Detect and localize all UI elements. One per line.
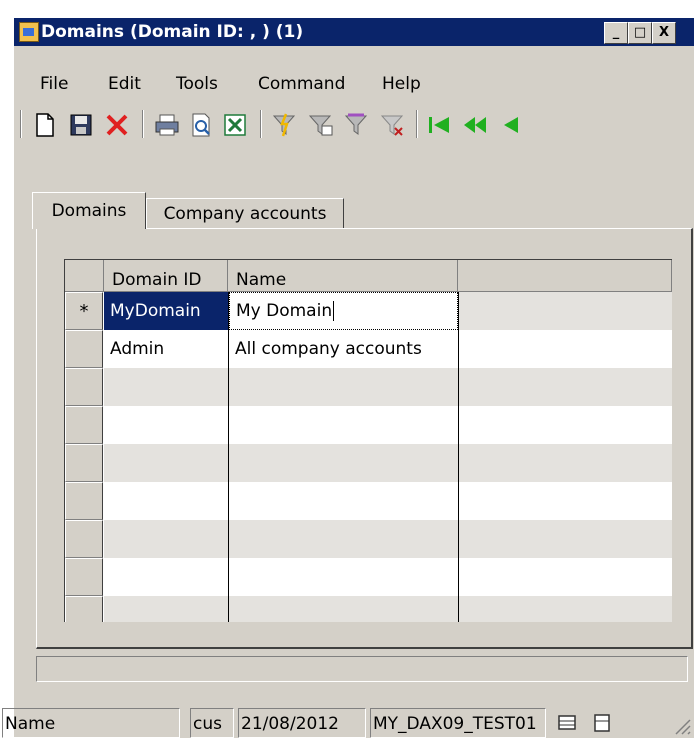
print-icon[interactable] (154, 112, 180, 138)
row-selector[interactable] (65, 596, 103, 622)
advanced-filter-icon[interactable] (344, 112, 370, 138)
menu-command[interactable]: Command (258, 74, 345, 94)
table-row[interactable] (104, 596, 672, 622)
status-company[interactable]: cus (190, 708, 234, 738)
table-row[interactable] (104, 520, 672, 558)
cell-domain-id[interactable]: MyDomain (104, 292, 228, 330)
name-input[interactable]: My Domain (229, 292, 458, 330)
column-divider (228, 292, 229, 622)
column-header-name[interactable]: Name (228, 260, 458, 292)
row-selector[interactable] (65, 520, 103, 558)
delete-icon[interactable] (104, 112, 130, 138)
app-icon (19, 22, 39, 42)
cell-name-text: My Domain (236, 301, 333, 321)
resize-grip-icon[interactable] (670, 714, 692, 736)
row-selector[interactable] (65, 482, 103, 520)
save-icon[interactable] (68, 112, 94, 138)
cell-domain-id[interactable]: Admin (104, 330, 228, 368)
row-selector[interactable] (65, 368, 103, 406)
domains-grid: Domain ID Name * MyDomain My Domain Admi… (64, 259, 672, 622)
cell-name[interactable]: All company accounts (229, 330, 458, 368)
database-icon[interactable] (556, 712, 580, 734)
row-selector[interactable] (65, 406, 103, 444)
table-row[interactable] (104, 368, 672, 406)
table-row[interactable] (104, 444, 672, 482)
new-icon[interactable] (32, 112, 58, 138)
text-caret (333, 301, 335, 321)
menu-file[interactable]: File (40, 74, 68, 94)
toolbar-separator (142, 110, 144, 138)
info-bar (36, 656, 688, 682)
maximize-button[interactable]: □ (628, 22, 652, 44)
menu-edit[interactable]: Edit (108, 74, 141, 94)
toolbar-separator (260, 110, 262, 138)
column-header-empty (458, 260, 672, 292)
window-title: Domains (Domain ID: , ) (1) (41, 22, 304, 42)
remove-filter-icon[interactable] (380, 112, 406, 138)
row-selector[interactable] (65, 558, 103, 596)
main-window: Domains (Domain ID: , ) (1) _ □ X File E… (2, 18, 694, 738)
table-row[interactable] (104, 406, 672, 444)
status-server[interactable]: MY_DAX09_TEST01 (370, 708, 546, 738)
tab-company-accounts[interactable]: Company accounts (146, 198, 344, 229)
title-bar[interactable]: Domains (Domain ID: , ) (1) _ □ X (14, 18, 694, 46)
menu-tools[interactable]: Tools (176, 74, 218, 94)
toolbar-separator (416, 110, 418, 138)
toolbar-separator (20, 110, 22, 138)
minimize-button[interactable]: _ (604, 22, 628, 44)
previous-record-icon[interactable] (496, 112, 522, 138)
filter-by-grid-icon[interactable] (308, 112, 334, 138)
first-record-icon[interactable] (426, 112, 452, 138)
row-selector[interactable] (65, 330, 103, 368)
previous-page-icon[interactable] (462, 112, 488, 138)
filter-by-selection-icon[interactable] (272, 112, 298, 138)
status-field-name: Name (2, 708, 180, 738)
column-header-domain-id[interactable]: Domain ID (104, 260, 228, 292)
status-date[interactable]: 21/08/2012 (238, 708, 366, 738)
tab-domains[interactable]: Domains (32, 192, 146, 229)
row-selector[interactable] (65, 444, 103, 482)
table-row[interactable] (104, 482, 672, 520)
table-row[interactable] (104, 558, 672, 596)
toolbar (14, 110, 694, 150)
column-divider (458, 292, 459, 622)
table-row[interactable]: Admin All company accounts (104, 330, 672, 368)
table-row[interactable]: MyDomain My Domain (104, 292, 672, 330)
close-button[interactable]: X (652, 22, 676, 44)
menu-help[interactable]: Help (382, 74, 421, 94)
print-preview-icon[interactable] (188, 112, 214, 138)
grid-corner (65, 260, 104, 292)
row-selector[interactable]: * (65, 292, 103, 330)
export-excel-icon[interactable] (222, 112, 248, 138)
session-icon[interactable] (590, 712, 614, 734)
